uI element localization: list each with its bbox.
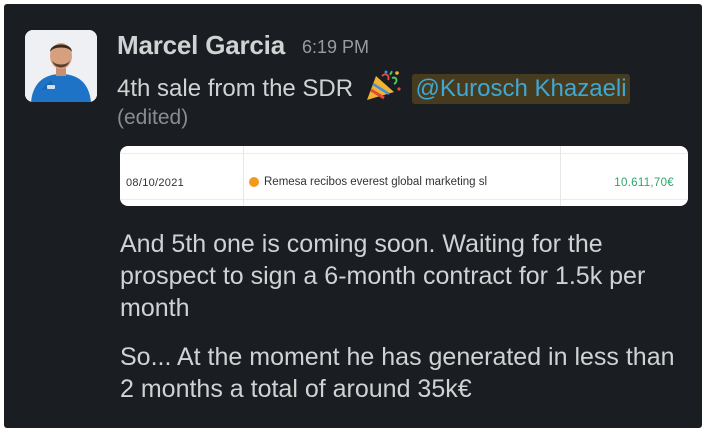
message-timestamp[interactable]: 6:19 PM	[302, 37, 369, 58]
user-mention[interactable]: @Kurosch Khazaeli	[412, 74, 630, 104]
edited-label: (edited)	[117, 106, 189, 129]
table-column-divider	[243, 146, 244, 206]
author-name[interactable]: Marcel Garcia	[117, 30, 285, 61]
avatar[interactable]	[25, 30, 97, 102]
message-text: 4th sale from the SDR @Kurosch Khazaeli	[117, 70, 630, 104]
transaction-amount: 10.611,70€	[614, 177, 674, 189]
followup-message: So... At the moment he has generated in …	[120, 343, 675, 403]
table-divider	[120, 199, 688, 200]
message-container: Marcel Garcia 6:19 PM 4th sale from the …	[4, 4, 702, 428]
status-dot-icon	[249, 177, 259, 187]
followup-message: And 5th one is coming soon. Waiting for …	[120, 230, 646, 322]
transaction-date: 08/10/2021	[126, 177, 185, 189]
avatar-image	[25, 30, 97, 102]
table-divider	[120, 153, 688, 154]
message-text-prefix: 4th sale from the SDR	[117, 75, 354, 102]
attachment-image[interactable]: 08/10/2021 Remesa recibos everest global…	[120, 146, 688, 206]
transaction-description: Remesa recibos everest global marketing …	[264, 176, 488, 188]
party-popper-icon	[364, 70, 402, 102]
table-column-divider	[560, 146, 561, 206]
